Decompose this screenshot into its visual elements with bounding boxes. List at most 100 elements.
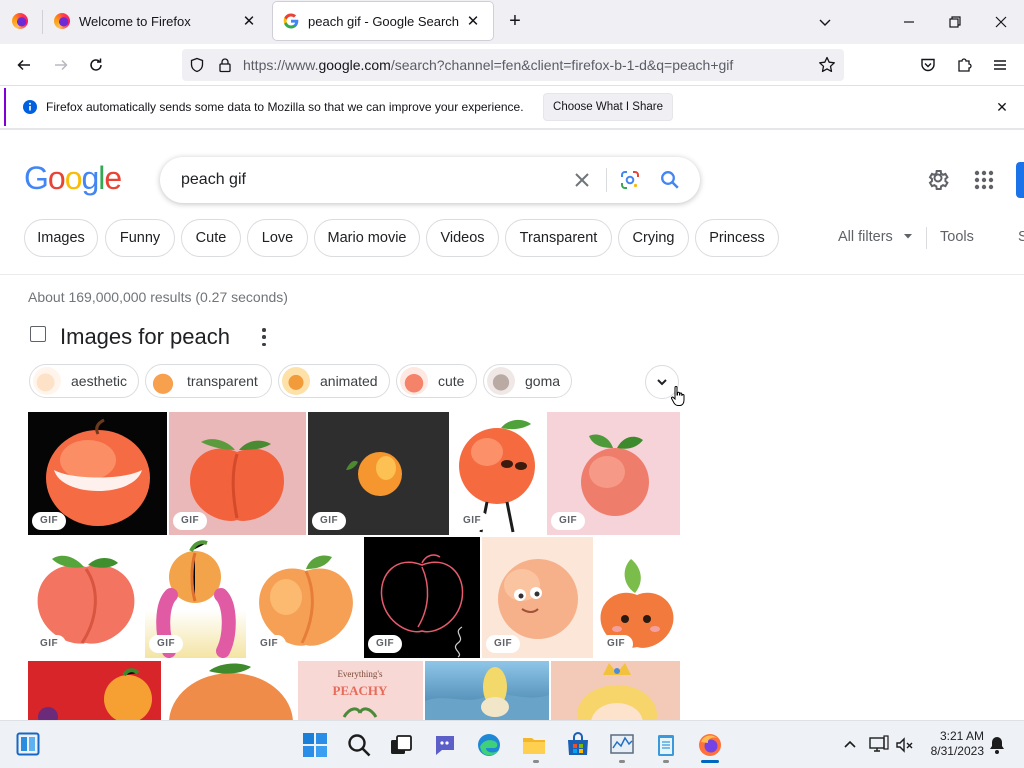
choose-what-i-share-button[interactable]: Choose What I Share: [543, 93, 673, 121]
firefox-taskbar-icon[interactable]: [697, 732, 723, 758]
running-indicator: [663, 760, 669, 763]
chip-funny[interactable]: Funny: [105, 219, 175, 257]
notification-bell-icon[interactable]: [988, 735, 1006, 755]
logo-letter: o: [64, 160, 83, 196]
close-notification-icon[interactable]: ✕: [992, 97, 1012, 117]
arrow-right-icon: [55, 59, 68, 71]
image-result[interactable]: GIF: [145, 537, 246, 658]
network-icon[interactable]: [869, 735, 889, 753]
notepad-icon[interactable]: [653, 732, 679, 758]
close-window-button[interactable]: [978, 0, 1024, 44]
forward-button[interactable]: [47, 51, 75, 79]
search-icon[interactable]: [658, 168, 682, 192]
chip-love[interactable]: Love: [247, 219, 308, 257]
image-result[interactable]: GIF: [308, 412, 449, 535]
clock-date: 8/31/2023: [930, 744, 984, 758]
restore-button[interactable]: [932, 0, 978, 44]
url-bar[interactable]: https://www.google.com/search?channel=fe…: [182, 49, 844, 81]
system-clock[interactable]: 3:21 AM 8/31/2023: [918, 729, 984, 759]
refine-chip-animated[interactable]: animated: [278, 364, 390, 398]
refine-chip-goma[interactable]: goma: [483, 364, 572, 398]
chip-label: cute: [438, 373, 465, 389]
minimize-button[interactable]: [886, 0, 932, 44]
new-tab-button[interactable]: +: [500, 2, 530, 40]
volume-muted-icon[interactable]: [895, 736, 913, 754]
microsoft-store-icon[interactable]: [565, 732, 591, 758]
file-explorer-icon[interactable]: [521, 732, 547, 758]
close-tab-icon[interactable]: ✕: [463, 11, 483, 31]
reload-button[interactable]: [82, 51, 110, 79]
chevron-up-icon[interactable]: [843, 737, 857, 751]
close-tab-icon[interactable]: ✕: [239, 11, 259, 31]
image-result[interactable]: GIF: [595, 537, 680, 658]
image-result[interactable]: GIF: [28, 412, 167, 535]
chip-princess[interactable]: Princess: [695, 219, 779, 257]
image-result[interactable]: GIF: [547, 412, 680, 535]
tab-google-search[interactable]: peach gif - Google Search ✕: [273, 2, 493, 40]
chip-crying[interactable]: Crying: [618, 219, 689, 257]
teams-chat-icon[interactable]: [432, 732, 458, 758]
safesearch-button[interactable]: S: [1018, 229, 1024, 245]
gif-badge: GIF: [551, 512, 586, 530]
chip-transparent[interactable]: Transparent: [505, 219, 612, 257]
refine-chip-aesthetic[interactable]: aesthetic: [29, 364, 139, 398]
gif-badge: GIF: [486, 635, 521, 653]
gif-badge: GIF: [252, 635, 287, 653]
logo-letter: e: [104, 160, 122, 196]
pocket-button[interactable]: [914, 51, 942, 79]
extensions-button[interactable]: [950, 51, 978, 79]
image-result[interactable]: [28, 661, 161, 720]
gif-badge: GIF: [32, 635, 67, 653]
app-menu-button[interactable]: [986, 51, 1014, 79]
shield-icon[interactable]: [189, 57, 205, 73]
google-apps-icon[interactable]: [972, 168, 996, 192]
list-all-tabs-button[interactable]: [802, 0, 848, 44]
chip-label: aesthetic: [71, 373, 128, 389]
settings-gear-icon[interactable]: [926, 168, 950, 192]
search-icon[interactable]: [346, 732, 372, 758]
tab-title: peach gif - Google Search: [308, 13, 460, 29]
clear-search-icon[interactable]: [570, 168, 594, 192]
search-box[interactable]: peach gif: [160, 157, 700, 203]
google-logo[interactable]: Google: [24, 160, 122, 197]
edge-icon[interactable]: [476, 732, 502, 758]
tools-button[interactable]: Tools: [940, 229, 974, 245]
image-result[interactable]: GIF: [451, 412, 545, 535]
chip-videos[interactable]: Videos: [426, 219, 499, 257]
result-stats: About 169,000,000 results (0.27 seconds): [28, 289, 288, 305]
sign-in-button[interactable]: [1016, 162, 1024, 198]
lock-icon[interactable]: [217, 57, 233, 73]
chip-mario-movie[interactable]: Mario movie: [314, 219, 420, 257]
image-result[interactable]: GIF: [364, 537, 480, 658]
more-options-icon[interactable]: [258, 328, 270, 346]
windows-start-icon[interactable]: [302, 732, 328, 758]
divider: [0, 128, 1024, 130]
image-result[interactable]: [163, 661, 296, 720]
tab-welcome[interactable]: Welcome to Firefox ✕: [44, 2, 269, 40]
image-icon: [30, 326, 46, 342]
refine-chip-transparent[interactable]: transparent: [145, 364, 272, 398]
performance-monitor-icon[interactable]: [609, 732, 635, 758]
widgets-icon[interactable]: [16, 732, 40, 756]
image-result[interactable]: GIF: [169, 412, 306, 535]
images-section-heading[interactable]: Images for peach: [60, 324, 230, 350]
firefox-icon: [12, 13, 28, 29]
image-result[interactable]: GIF: [248, 537, 362, 658]
all-filters-button[interactable]: All filters: [838, 229, 913, 245]
google-lens-icon[interactable]: [618, 168, 642, 192]
image-result[interactable]: GIF: [28, 537, 143, 658]
image-result[interactable]: Everything's PEACHY: [298, 661, 423, 720]
task-view-icon[interactable]: [388, 732, 414, 758]
chip-cute[interactable]: Cute: [181, 219, 241, 257]
refine-chip-cute[interactable]: cute: [396, 364, 477, 398]
image-result[interactable]: [425, 661, 549, 720]
image-result[interactable]: GIF: [482, 537, 593, 658]
back-button[interactable]: [10, 51, 38, 79]
divider: [0, 274, 1024, 275]
image-result[interactable]: [551, 661, 680, 720]
chip-images[interactable]: Images: [24, 219, 98, 257]
chip-thumbnail: [487, 367, 515, 395]
star-icon[interactable]: [818, 56, 836, 74]
search-input[interactable]: peach gif: [181, 171, 246, 189]
firefox-view-button[interactable]: [6, 2, 34, 40]
